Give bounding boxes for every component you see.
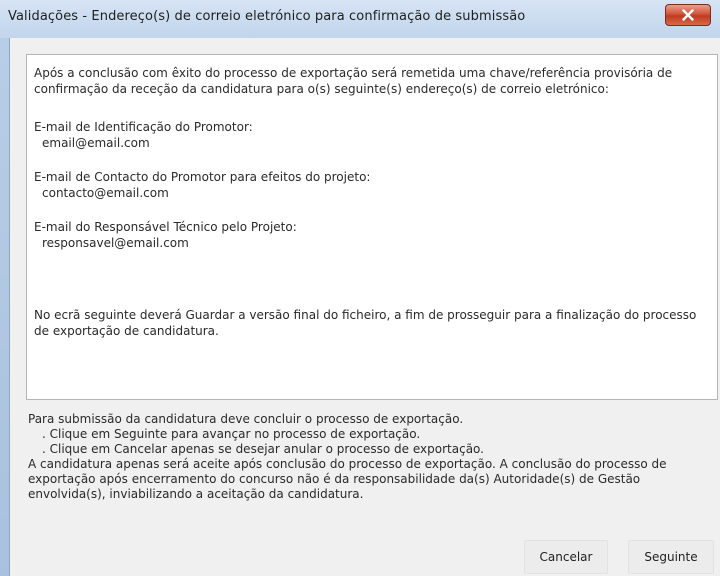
dialog-window: Validações - Endereço(s) de correio elet…	[0, 0, 720, 576]
next-button[interactable]: Seguinte	[628, 540, 714, 574]
email-group-promotor: E-mail de Identificação do Promotor: ema…	[34, 119, 712, 151]
window-title: Validações - Endereço(s) de correio elet…	[8, 9, 526, 24]
email-label: E-mail de Identificação do Promotor:	[34, 120, 253, 134]
cancel-button[interactable]: Cancelar	[524, 540, 608, 574]
email-group-responsavel: E-mail do Responsável Técnico pelo Proje…	[34, 219, 712, 251]
close-icon	[682, 9, 694, 21]
title-bar[interactable]: Validações - Endereço(s) de correio elet…	[0, 0, 720, 38]
acceptance-note: A candidatura apenas será aceite após co…	[28, 457, 667, 501]
closing-text: No ecrã seguinte deverá Guardar a versão…	[34, 308, 697, 338]
intro-text: Após a conclusão com êxito do processo d…	[34, 66, 673, 96]
email-value: contacto@email.com	[42, 186, 169, 200]
dialog-body: Após a conclusão com êxito do processo d…	[9, 38, 720, 576]
email-group-contacto: E-mail de Contacto do Promotor para efei…	[34, 169, 712, 201]
instruction-bullet-cancel: . Clique em Cancelar apenas se desejar a…	[42, 442, 484, 456]
email-value: email@email.com	[42, 136, 150, 150]
message-panel: Após a conclusão com êxito do processo d…	[26, 54, 718, 400]
email-value: responsavel@email.com	[42, 236, 189, 250]
email-label: E-mail do Responsável Técnico pelo Proje…	[34, 220, 297, 234]
instruction-bullet-next: . Clique em Seguinte para avançar no pro…	[42, 427, 421, 441]
close-button[interactable]	[665, 4, 711, 26]
instruction-line: Para submissão da candidatura deve concl…	[28, 412, 464, 426]
instructions: Para submissão da candidatura deve concl…	[28, 412, 718, 502]
email-label: E-mail de Contacto do Promotor para efei…	[34, 170, 371, 184]
